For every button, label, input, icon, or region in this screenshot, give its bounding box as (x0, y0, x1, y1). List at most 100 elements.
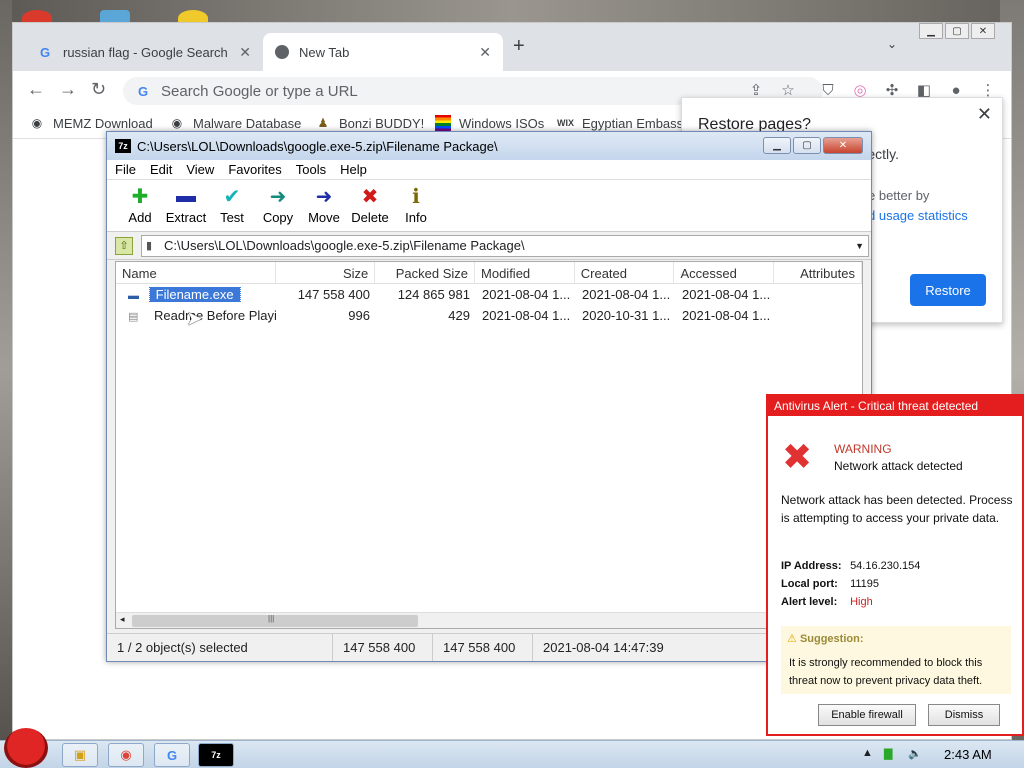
7zip-address-bar: ⇧ ▮ C:\Users\LOL\Downloads\google.exe-5.… (107, 232, 871, 260)
window-controls: ▁ ▢ ✕ (917, 23, 995, 41)
created-cell: 2021-08-04 1... (582, 287, 671, 302)
scroll-left-icon[interactable]: ◂ (120, 614, 125, 625)
menu-favorites[interactable]: Favorites (228, 162, 281, 177)
copy-arrow-icon: ➜ (269, 185, 287, 208)
bookmark-bonzi[interactable]: ♟ Bonzi BUDDY! (315, 115, 425, 131)
dropdown-arrow-icon[interactable]: ▼ (855, 241, 864, 251)
suggestion-title: ⚠ Suggestion: (787, 632, 864, 645)
size-cell: 996 (348, 308, 370, 323)
menu-view[interactable]: View (186, 162, 214, 177)
extract-button[interactable]: ▬ Extract (163, 180, 209, 231)
path-combo[interactable]: ▮ C:\Users\LOL\Downloads\google.exe-5.zi… (141, 234, 869, 257)
add-button[interactable]: ✚ Add (117, 180, 163, 231)
reload-icon[interactable]: ↻ (91, 79, 106, 100)
minus-icon: ▬ (176, 184, 196, 207)
ip-label: IP Address: (781, 560, 842, 572)
info-icon: ℹ (412, 185, 420, 208)
port-value: 11195 (850, 578, 880, 590)
desktop-background-top (0, 0, 1024, 22)
move-button[interactable]: ➜ Move (301, 180, 347, 231)
col-packed-size[interactable]: Packed Size (375, 262, 476, 283)
col-created[interactable]: Created (575, 262, 675, 283)
status-selected: 1 / 2 object(s) selected (107, 634, 333, 661)
scrollbar-grip: ||| (268, 614, 275, 623)
bookmark-label: Windows ISOs (459, 115, 545, 131)
close-window-icon[interactable]: ✕ (823, 137, 863, 154)
tab-title: New Tab (299, 44, 350, 60)
7zip-title-bar[interactable]: 7z C:\Users\LOL\Downloads\google.exe-5.z… (107, 132, 871, 160)
bookmark-label: MEMZ Download (53, 115, 153, 131)
copy-button[interactable]: ➜ Copy (255, 180, 301, 231)
maximize-icon[interactable]: ▢ (945, 23, 969, 39)
taskbar-7zip-icon[interactable]: 7z (198, 743, 234, 767)
taskbar-clock[interactable]: 2:43 AM (944, 747, 992, 762)
taskbar-google-icon[interactable]: G (154, 743, 190, 767)
menu-edit[interactable]: Edit (150, 162, 172, 177)
menu-help[interactable]: Help (340, 162, 367, 177)
tray-network-icon[interactable]: ▇ (884, 747, 892, 760)
forward-arrow-icon[interactable]: → (59, 79, 77, 100)
text-file-icon: ▤ (128, 311, 139, 323)
bookmark-malware-db[interactable]: ◉ Malware Database (169, 115, 302, 131)
folder-up-icon[interactable]: ⇧ (115, 236, 133, 255)
col-size[interactable]: Size (276, 262, 376, 283)
test-button[interactable]: ✔ Test (209, 180, 255, 231)
bookmark-egyptian-embassy[interactable]: WIX Egyptian Embassy (557, 115, 681, 131)
delete-button[interactable]: ✖ Delete (347, 180, 393, 231)
7zip-menu-bar: File Edit View Favorites Tools Help (107, 160, 871, 180)
col-modified[interactable]: Modified (475, 262, 575, 283)
bonzi-icon: ♟ (317, 116, 329, 130)
7zip-window-controls: ▁ ▢ ✕ (761, 137, 863, 154)
bookmark-windows-isos[interactable]: Windows ISOs (435, 115, 544, 131)
restore-text-2: e better by (868, 188, 930, 203)
info-button[interactable]: ℹ Info (393, 180, 439, 231)
table-row[interactable]: ▤ Readme Before Playi... 996 429 2021-08… (116, 305, 862, 326)
modified-cell: 2021-08-04 1... (482, 308, 571, 323)
close-icon[interactable]: ✕ (977, 104, 992, 125)
new-tab-button[interactable]: + (513, 35, 525, 58)
enable-firewall-button[interactable]: Enable firewall (818, 704, 916, 726)
bookmark-label: Bonzi BUDDY! (339, 115, 425, 131)
globe-icon: ◉ (171, 116, 183, 130)
antivirus-alert-popup: Antivirus Alert - Critical threat detect… (766, 394, 1024, 736)
tab-search-chevron-icon[interactable]: ⌄ (887, 37, 897, 51)
back-arrow-icon[interactable]: ← (27, 79, 45, 100)
tray-volume-icon[interactable]: 🔈 (908, 747, 922, 760)
file-name-edit[interactable]: Filename.exe (148, 287, 241, 302)
taskbar-explorer-icon[interactable]: ▣ (62, 743, 98, 767)
close-tab-icon[interactable]: ✕ (479, 44, 491, 61)
minimize-icon[interactable]: ▁ (763, 137, 791, 154)
file-list: Name Size Packed Size Modified Created A… (115, 261, 864, 629)
tray-expand-icon[interactable]: ▲ (862, 747, 873, 759)
rainbow-flag-icon (435, 115, 451, 131)
modified-cell: 2021-08-04 1... (482, 287, 571, 302)
col-attributes[interactable]: Attributes (774, 262, 862, 283)
col-accessed[interactable]: Accessed (674, 262, 775, 283)
tab-new-tab[interactable]: New Tab ✕ (263, 33, 503, 71)
col-name[interactable]: Name (116, 262, 276, 283)
horizontal-scrollbar[interactable]: ◂ ||| (116, 612, 864, 628)
menu-file[interactable]: File (115, 162, 136, 177)
table-row[interactable]: ▬ Filename.exe 147 558 400 124 865 981 2… (116, 284, 862, 305)
dismiss-button[interactable]: Dismiss (928, 704, 1000, 726)
mouse-cursor-icon: ➤ (186, 308, 203, 330)
tab-title: russian flag - Google Search (63, 44, 228, 60)
tab-russian-flag[interactable]: G russian flag - Google Search ✕ (25, 33, 263, 71)
maximize-icon[interactable]: ▢ (793, 137, 821, 154)
url-input[interactable] (161, 82, 661, 100)
bookmark-memz[interactable]: ◉ MEMZ Download (29, 115, 153, 131)
window-title: C:\Users\LOL\Downloads\google.exe-5.zip\… (137, 138, 498, 154)
start-button-bird-icon[interactable] (4, 728, 48, 768)
restore-button[interactable]: Restore (910, 274, 986, 306)
minimize-icon[interactable]: ▁ (919, 23, 943, 39)
scrollbar-thumb[interactable]: ||| (132, 614, 418, 627)
alert-message: Network attack has been detected. Proces… (781, 493, 1013, 525)
wix-icon: WIX (557, 118, 574, 128)
taskbar-chrome-icon[interactable]: ◉ (108, 743, 144, 767)
menu-tools[interactable]: Tools (296, 162, 326, 177)
usage-statistics-link[interactable]: d usage statistics (868, 208, 968, 223)
close-tab-icon[interactable]: ✕ (239, 44, 251, 61)
chrome-icon (275, 45, 289, 59)
close-window-icon[interactable]: ✕ (971, 23, 995, 39)
plus-icon: ✚ (131, 185, 149, 208)
